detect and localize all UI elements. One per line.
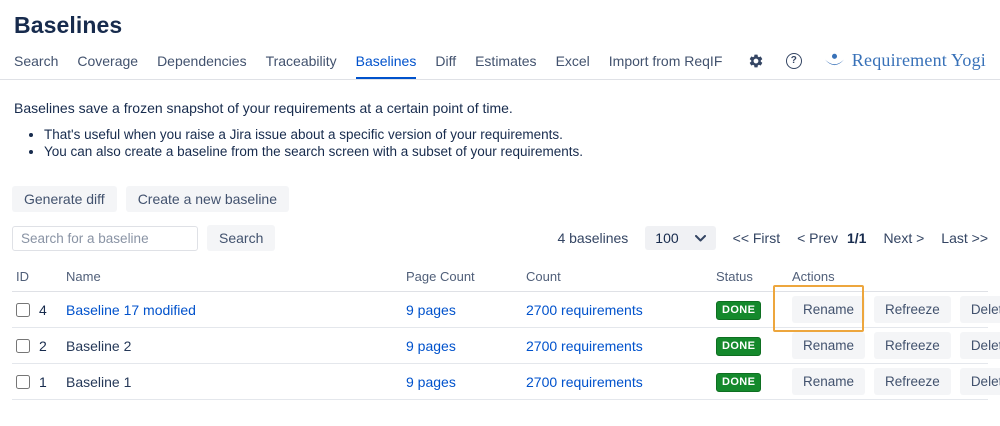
brand-name: Requirement Yogi xyxy=(852,50,986,71)
column-header-status: Status xyxy=(712,263,788,292)
page-count-link[interactable]: 9 pages xyxy=(406,374,456,390)
tab-import-reqif[interactable]: Import from ReqIF xyxy=(609,49,723,79)
column-header-name: Name xyxy=(62,263,402,292)
pagination-last[interactable]: Last >> xyxy=(941,230,988,246)
page-title: Baselines xyxy=(14,12,1000,39)
chevron-down-icon xyxy=(695,235,706,242)
page-size-select[interactable]: 100 xyxy=(645,226,715,250)
tab-diff[interactable]: Diff xyxy=(435,49,456,79)
row-checkbox[interactable] xyxy=(16,375,30,389)
requirements-count-link[interactable]: 2700 requirements xyxy=(526,302,643,318)
gear-icon[interactable] xyxy=(748,53,764,69)
rename-button[interactable]: Rename xyxy=(792,332,865,359)
help-icon[interactable]: ? xyxy=(786,53,802,69)
tab-search[interactable]: Search xyxy=(14,49,58,79)
refreeze-button[interactable]: Refreeze xyxy=(874,368,951,395)
intro-bullet-1: That's useful when you raise a Jira issu… xyxy=(44,126,986,143)
pagination-prev-group: < Prev 1/1 xyxy=(797,230,866,246)
page-count-link[interactable]: 9 pages xyxy=(406,302,456,318)
controls-row: Search 4 baselines 100 << First < Prev 1… xyxy=(0,225,1000,251)
intro-bullets: That's useful when you raise a Jira issu… xyxy=(14,126,986,160)
toolbar: Generate diff Create a new baseline xyxy=(0,186,1000,212)
baselines-table: ID Name Page Count Count Status Actions … xyxy=(12,263,988,400)
tab-baselines[interactable]: Baselines xyxy=(356,49,417,79)
pagination-first[interactable]: << First xyxy=(733,230,780,246)
row-checkbox[interactable] xyxy=(16,303,30,317)
search-button[interactable]: Search xyxy=(207,225,275,251)
baseline-id: 4 xyxy=(39,302,47,318)
pagination-next[interactable]: Next > xyxy=(883,230,924,246)
delete-button[interactable]: Delete xyxy=(960,368,1000,395)
page-size-value: 100 xyxy=(655,230,678,246)
brand-logo[interactable]: Requirement Yogi xyxy=(824,50,986,71)
tab-dependencies[interactable]: Dependencies xyxy=(157,49,247,79)
baseline-name: Baseline 1 xyxy=(66,374,131,390)
tab-traceability[interactable]: Traceability xyxy=(266,49,337,79)
pagination-links-left: << First xyxy=(733,230,780,246)
baseline-id: 1 xyxy=(39,374,47,390)
baseline-name-link[interactable]: Baseline 17 modified xyxy=(66,302,196,318)
generate-diff-button[interactable]: Generate diff xyxy=(12,186,117,212)
status-badge: DONE xyxy=(716,301,761,320)
yogi-icon xyxy=(824,53,845,68)
baseline-search-input[interactable] xyxy=(12,226,198,251)
rename-button[interactable]: Rename xyxy=(792,368,865,395)
column-header-count: Count xyxy=(522,263,712,292)
table-header-row: ID Name Page Count Count Status Actions xyxy=(12,263,988,292)
pagination: 4 baselines 100 << First < Prev 1/1 Next… xyxy=(557,226,988,250)
refreeze-button[interactable]: Refreeze xyxy=(874,332,951,359)
pagination-prev[interactable]: < Prev xyxy=(797,230,838,246)
refreeze-button[interactable]: Refreeze xyxy=(874,296,951,323)
status-badge: DONE xyxy=(716,337,761,356)
create-baseline-button[interactable]: Create a new baseline xyxy=(126,186,289,212)
table-row: 1 Baseline 1 9 pages 2700 requirements D… xyxy=(12,364,988,400)
delete-button[interactable]: Delete xyxy=(960,296,1000,323)
intro-lead: Baselines save a frozen snapshot of your… xyxy=(14,100,986,116)
page-indicator: 1/1 xyxy=(847,230,866,246)
tab-estimates[interactable]: Estimates xyxy=(475,49,536,79)
page-count-link[interactable]: 9 pages xyxy=(406,338,456,354)
requirements-count-link[interactable]: 2700 requirements xyxy=(526,374,643,390)
baselines-count: 4 baselines xyxy=(557,230,628,246)
tabbar-right: ? Requirement Yogi xyxy=(748,50,986,79)
tab-coverage[interactable]: Coverage xyxy=(77,49,138,79)
table-row: 4 Baseline 17 modified 9 pages 2700 requ… xyxy=(12,292,988,328)
column-header-actions: Actions xyxy=(788,263,988,292)
row-checkbox[interactable] xyxy=(16,339,30,353)
table-row: 2 Baseline 2 9 pages 2700 requirements D… xyxy=(12,328,988,364)
baseline-name: Baseline 2 xyxy=(66,338,131,354)
intro-text: Baselines save a frozen snapshot of your… xyxy=(0,100,1000,160)
rename-button[interactable]: Rename xyxy=(792,296,865,323)
nav-tabbar: Search Coverage Dependencies Traceabilit… xyxy=(0,48,1000,80)
intro-bullet-2: You can also create a baseline from the … xyxy=(44,143,986,160)
column-header-page-count: Page Count xyxy=(402,263,522,292)
baselines-page: Baselines Search Coverage Dependencies T… xyxy=(0,12,1000,426)
delete-button[interactable]: Delete xyxy=(960,332,1000,359)
column-header-id: ID xyxy=(12,263,62,292)
baseline-search: Search xyxy=(12,225,275,251)
tab-excel[interactable]: Excel xyxy=(556,49,590,79)
status-badge: DONE xyxy=(716,373,761,392)
requirements-count-link[interactable]: 2700 requirements xyxy=(526,338,643,354)
baseline-id: 2 xyxy=(39,338,47,354)
nav-tabs: Search Coverage Dependencies Traceabilit… xyxy=(14,49,722,79)
